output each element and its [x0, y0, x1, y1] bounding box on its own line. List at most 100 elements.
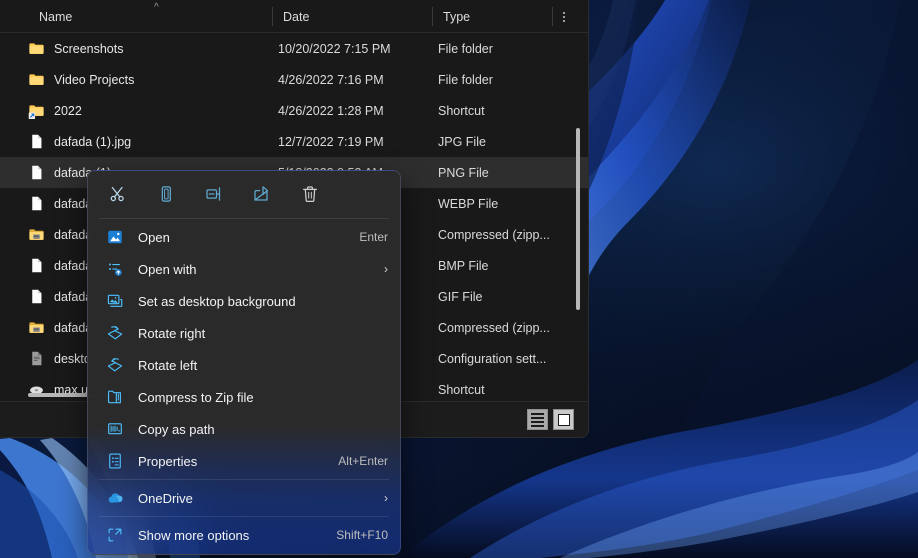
- details-view-icon: [531, 412, 544, 427]
- folder-icon: [28, 40, 45, 57]
- menu-item-label: Show more options: [138, 527, 250, 543]
- menu-separator: [99, 218, 389, 219]
- file-type-cell: File folder: [438, 41, 493, 56]
- column-headers: Name ^ Date Type: [0, 0, 588, 33]
- large-icons-view-icon: [557, 413, 570, 426]
- menu-separator: [99, 516, 389, 517]
- table-row[interactable]: Video Projects 4/26/2022 7:16 PM File fold…: [0, 64, 588, 95]
- file-name-cell: Screenshots: [28, 40, 272, 57]
- document-icon: [28, 164, 45, 181]
- context-menu-items: Open Enter Open with › Set as desktop backgr…: [88, 221, 400, 551]
- context-menu-quick-actions: [88, 171, 400, 216]
- menu-item-label: Properties: [138, 453, 198, 469]
- menu-item-label: Rotate left: [138, 357, 198, 373]
- file-name-label: Video Projects: [54, 72, 135, 87]
- vertical-scrollbar-thumb[interactable]: [576, 128, 580, 310]
- file-type-cell: Compressed (zipp...: [438, 227, 550, 242]
- menu-item-rotate-right[interactable]: Rotate right: [92, 317, 396, 349]
- file-type-cell: File folder: [438, 72, 493, 87]
- column-header-date-label: Date: [283, 9, 310, 24]
- menu-item-shortcut: Enter: [359, 230, 388, 244]
- menu-item-rotate-left[interactable]: Rotate left: [92, 349, 396, 381]
- menu-item-label: Open with: [138, 261, 197, 277]
- menu-item-open-with[interactable]: Open with ›: [92, 253, 396, 285]
- config-file-icon: [28, 350, 45, 367]
- menu-item-copy-as-path[interactable]: Copy as path: [92, 413, 396, 445]
- rename-button[interactable]: [190, 176, 238, 212]
- file-type-cell: Compressed (zipp...: [438, 320, 550, 335]
- menu-item-label: Open: [138, 229, 170, 245]
- share-button[interactable]: [238, 176, 286, 212]
- file-date-cell: 4/26/2022 7:16 PM: [278, 72, 384, 87]
- file-name-label: 2022: [54, 103, 82, 118]
- open-with-icon: [106, 260, 124, 278]
- scissors-icon: [108, 184, 128, 204]
- file-type-cell: PNG File: [438, 165, 489, 180]
- file-type-cell: GIF File: [438, 289, 483, 304]
- folder-shortcut-icon: [28, 102, 45, 119]
- column-header-type[interactable]: Type: [432, 0, 544, 33]
- copy-button[interactable]: [142, 176, 190, 212]
- delete-button[interactable]: [286, 176, 334, 212]
- menu-item-compress-to-zip-file[interactable]: Compress to Zip file: [92, 381, 396, 413]
- menu-item-label: Rotate right: [138, 325, 206, 341]
- document-icon: [28, 288, 45, 305]
- properties-icon: [106, 452, 124, 470]
- document-icon: [28, 133, 45, 150]
- zip-folder-icon: [28, 319, 45, 336]
- trash-icon: [300, 184, 320, 204]
- table-row[interactable]: dafada (1).jpg 12/7/2022 7:19 PM JPG File: [0, 126, 588, 157]
- table-row[interactable]: 2022 4/26/2022 1:28 PM Shortcut: [0, 95, 588, 126]
- document-icon: [28, 195, 45, 212]
- menu-item-set-as-desktop-background[interactable]: Set as desktop background: [92, 285, 396, 317]
- share-icon: [252, 184, 272, 204]
- folder-icon: [28, 71, 45, 88]
- onedrive-cloud-icon: [106, 489, 124, 507]
- menu-separator: [99, 479, 389, 480]
- file-type-cell: JPG File: [438, 134, 486, 149]
- menu-item-show-more-options[interactable]: Show more options Shift+F10: [92, 519, 396, 551]
- more-columns-icon[interactable]: [552, 0, 576, 33]
- vertical-scrollbar[interactable]: [572, 34, 584, 371]
- chevron-right-icon: ›: [384, 262, 388, 276]
- menu-item-shortcut: Shift+F10: [336, 528, 388, 542]
- large-icons-view-button[interactable]: [553, 409, 574, 430]
- column-header-name[interactable]: Name ^: [28, 0, 272, 33]
- copy-icon: [156, 184, 176, 204]
- file-type-cell: BMP File: [438, 258, 489, 273]
- table-row[interactable]: Screenshots 10/20/2022 7:15 PM File folder: [0, 33, 588, 64]
- file-date-cell: 4/26/2022 1:28 PM: [278, 103, 384, 118]
- file-type-cell: Configuration sett...: [438, 351, 547, 366]
- compress-zip-icon: [106, 388, 124, 406]
- photos-app-icon: [106, 228, 124, 246]
- column-header-type-label: Type: [443, 9, 471, 24]
- menu-item-open[interactable]: Open Enter: [92, 221, 396, 253]
- file-name-cell: 2022: [28, 102, 272, 119]
- menu-item-properties[interactable]: Properties Alt+Enter: [92, 445, 396, 477]
- menu-item-label: Set as desktop background: [138, 293, 296, 309]
- desktop-background-icon: [106, 292, 124, 310]
- chevron-right-icon: ›: [384, 491, 388, 505]
- file-name-cell: dafada (1).jpg: [28, 133, 272, 150]
- document-icon: [28, 257, 45, 274]
- file-date-cell: 12/7/2022 7:19 PM: [278, 134, 384, 149]
- file-name-label: Screenshots: [54, 41, 124, 56]
- menu-item-label: OneDrive: [138, 490, 193, 506]
- details-view-button[interactable]: [527, 409, 548, 430]
- file-name-label: dafada (1).jpg: [54, 134, 132, 149]
- rotate-left-icon: [106, 356, 124, 374]
- menu-item-label: Copy as path: [138, 421, 215, 437]
- cut-button[interactable]: [94, 176, 142, 212]
- menu-item-shortcut: Alt+Enter: [338, 454, 388, 468]
- show-more-options-icon: [106, 526, 124, 544]
- context-menu[interactable]: Open Enter Open with › Set as desktop backgr…: [87, 170, 401, 555]
- file-type-cell: WEBP File: [438, 196, 499, 211]
- file-type-cell: Shortcut: [438, 103, 485, 118]
- column-header-date[interactable]: Date: [272, 0, 432, 33]
- rotate-right-icon: [106, 324, 124, 342]
- copy-path-icon: [106, 420, 124, 438]
- rename-icon: [204, 184, 224, 204]
- sort-ascending-chevron-icon: ^: [154, 2, 159, 13]
- menu-item-label: Compress to Zip file: [138, 389, 254, 405]
- menu-item-onedrive[interactable]: OneDrive ›: [92, 482, 396, 514]
